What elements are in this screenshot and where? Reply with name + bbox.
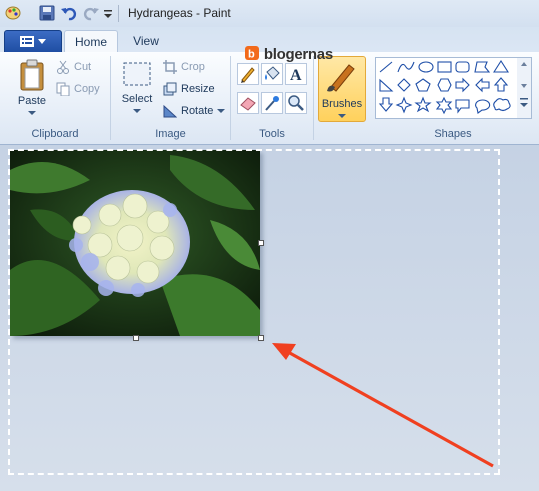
arrow-head-icon	[272, 343, 296, 360]
annotation-arrow	[272, 343, 494, 468]
